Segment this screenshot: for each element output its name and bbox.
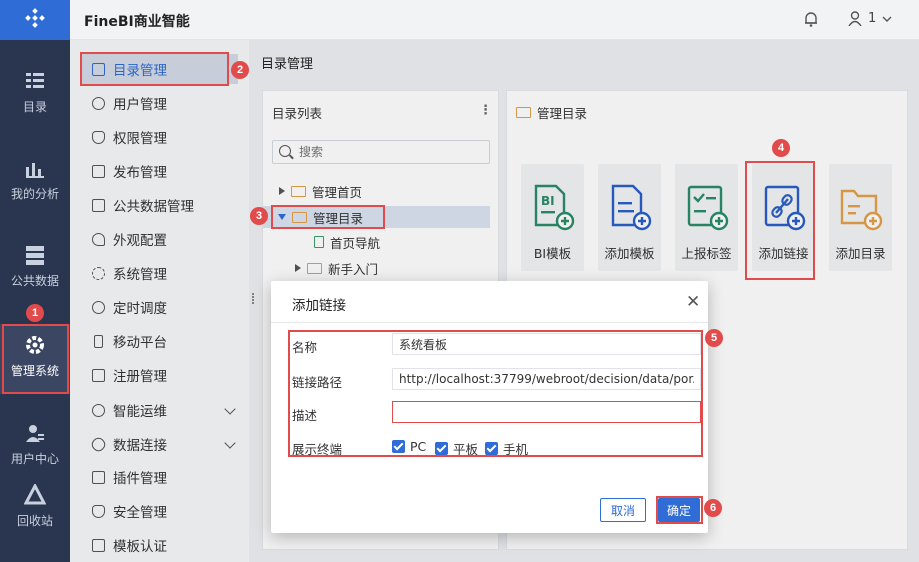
checkbox-label: PC (410, 439, 427, 454)
top-header: FineBI商业智能 1 (70, 0, 919, 40)
rail-label: 公共数据 (10, 274, 59, 288)
rail-item-my-analysis[interactable]: 我的分析 (0, 157, 70, 202)
dialog-title: 添加链接 (292, 298, 346, 314)
analysis-icon (26, 163, 44, 178)
checkbox-checked-icon (392, 440, 405, 453)
finebi-logo-icon (25, 8, 45, 28)
close-icon[interactable]: ✕ (686, 294, 700, 311)
checkbox-label: 平板 (453, 442, 479, 457)
user-center-icon (26, 425, 44, 442)
checkbox-checked-icon (435, 442, 448, 455)
rail-item-public-data[interactable]: 公共数据 (0, 244, 70, 289)
confirm-button[interactable]: 确定 (658, 498, 700, 522)
user-icon (848, 11, 862, 26)
terminal-mobile-checkbox[interactable]: 手机 (485, 439, 528, 458)
app-logo[interactable] (0, 0, 70, 40)
terminal-label: 展示终端 (292, 442, 343, 457)
step-badge: 4 (772, 139, 790, 157)
description-label: 描述 (292, 408, 318, 423)
terminal-tablet-checkbox[interactable]: 平板 (435, 439, 478, 458)
public-data-icon (26, 246, 44, 265)
link-path-label: 链接路径 (292, 375, 343, 390)
divider (271, 322, 708, 323)
rail-label: 目录 (22, 100, 47, 114)
checkbox-checked-icon (485, 442, 498, 455)
rail-label: 用户中心 (10, 452, 59, 466)
rail-item-recycle-bin[interactable]: 回收站 (0, 484, 70, 529)
user-name: 1 (868, 11, 877, 26)
chevron-down-icon (882, 16, 892, 22)
user-menu[interactable]: 1 (848, 11, 892, 26)
rail-label: 我的分析 (10, 187, 59, 201)
step-badge: 2 (231, 61, 249, 79)
name-label: 名称 (292, 340, 318, 355)
step-badge: 5 (705, 329, 723, 347)
description-field[interactable] (392, 401, 701, 423)
rail-label: 管理系统 (10, 364, 59, 378)
management-gear-icon (26, 336, 44, 354)
rail-item-management[interactable]: 管理系统 (0, 324, 70, 394)
step-badge: 6 (704, 499, 722, 517)
left-rail: 目录 我的分析 公共数据 管理系统 用户中心 回收站 (0, 0, 70, 562)
cancel-button[interactable]: 取消 (600, 498, 646, 522)
rail-item-directory[interactable]: 目录 (0, 70, 70, 115)
step-badge: 1 (26, 304, 44, 322)
app-title: FineBI商业智能 (84, 14, 190, 30)
add-link-dialog: 添加链接 ✕ 名称 链接路径 描述 展示终端 PC 平板 手机 取消 确定 (271, 281, 708, 533)
rail-label: 回收站 (16, 514, 53, 528)
step-badge: 3 (250, 207, 268, 225)
name-field[interactable] (392, 333, 701, 355)
checkbox-label: 手机 (503, 442, 529, 457)
bell-icon[interactable] (804, 11, 818, 27)
link-path-field[interactable] (392, 368, 701, 390)
rail-item-user-center[interactable]: 用户中心 (0, 422, 70, 467)
recycle-bin-icon (24, 484, 46, 505)
terminal-pc-checkbox[interactable]: PC (392, 439, 426, 454)
directory-icon (26, 73, 44, 88)
